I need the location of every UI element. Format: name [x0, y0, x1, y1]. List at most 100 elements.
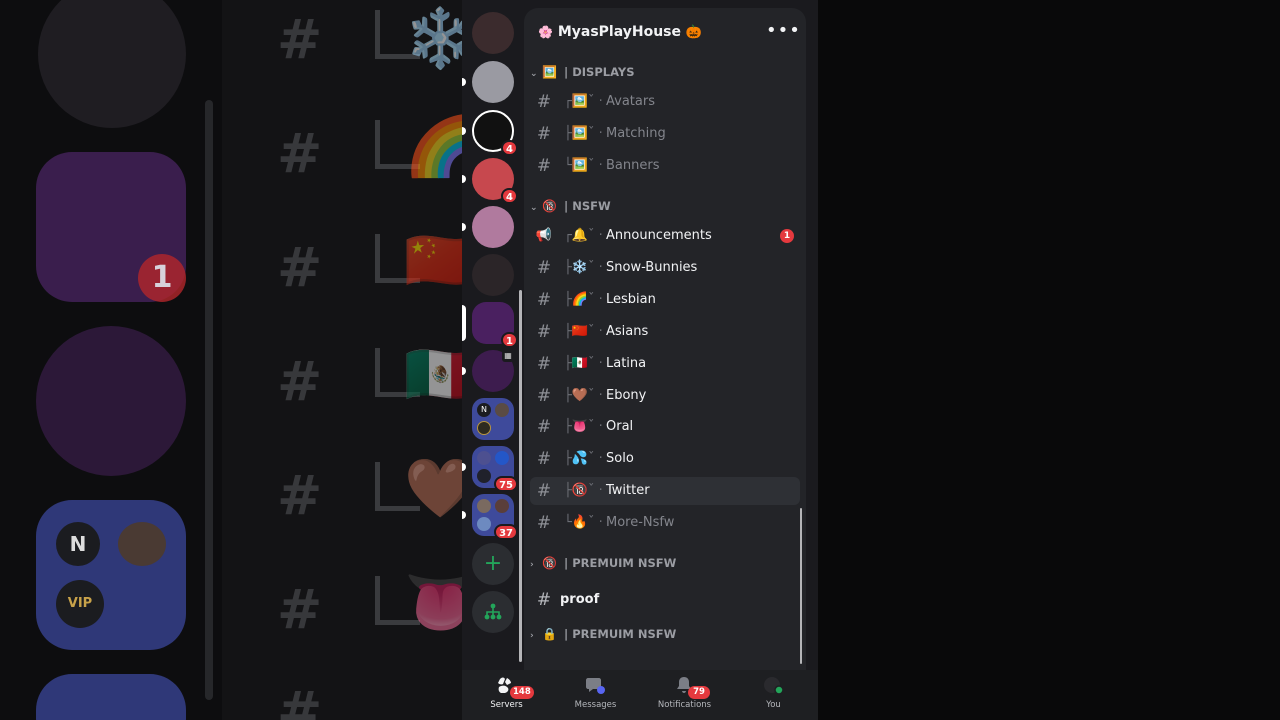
background-left: 1 N VIP # # # # # # # ❄️ 🌈 🇨🇳 🇲🇽 🤎 👅 — [0, 0, 462, 720]
server-icon[interactable]: 4 — [462, 110, 518, 156]
category-premium-nsfw-locked[interactable]: › 🔒 | PREMUIM NSFW — [530, 624, 676, 644]
tab-you[interactable]: You — [729, 670, 818, 720]
channel-name: Ebony — [606, 388, 647, 403]
category-premium-nsfw[interactable]: › 🔞 | PREMUIM NSFW — [530, 553, 676, 573]
channel-decoration: ├👅ˇ · — [564, 419, 603, 434]
channel-decoration: └🔥ˇ · — [564, 515, 603, 530]
folder-server-mini — [495, 451, 509, 465]
channel-decoration: └🖼️ˇ · — [564, 158, 603, 173]
megaphone-icon: 📢 — [535, 228, 553, 243]
channel-latina[interactable]: # ├🇲🇽ˇ · Latina — [530, 350, 800, 378]
channel-lesbian[interactable]: # ├🌈ˇ · Lesbian — [530, 286, 800, 314]
hash-locked-icon: # — [536, 386, 552, 406]
channel-decoration: ├❄️ˇ · — [564, 260, 603, 275]
server-icon-current[interactable]: 1 — [462, 302, 518, 348]
hash-locked-icon: # — [536, 590, 552, 610]
channel-snow-bunnies[interactable]: # ├❄️ˇ · Snow-Bunnies — [530, 254, 800, 282]
server-badge: 37 — [494, 524, 518, 540]
tab-notifications[interactable]: 79 Notifications — [640, 670, 729, 720]
server-icon[interactable] — [462, 61, 514, 103]
hierarchy-icon — [484, 603, 502, 620]
category-displays[interactable]: ⌄ 🖼️ | DISPLAYS — [530, 62, 635, 82]
channel-proof[interactable]: # proof — [530, 586, 800, 614]
channel-name: Solo — [606, 451, 634, 466]
channel-panel: 🌸 MyasPlayHouse 🎃 ••• ⌄ 🖼️ | DISPLAYS # ┌… — [524, 8, 806, 670]
server-list-scrollbar[interactable] — [519, 290, 522, 662]
channel-name: Matching — [606, 126, 666, 141]
folder-server-mini — [477, 469, 491, 483]
channel-oral[interactable]: # ├👅ˇ · Oral — [530, 413, 800, 441]
channel-list-scrollbar[interactable] — [800, 508, 802, 664]
bg-hash-icon: # — [277, 350, 323, 413]
bottom-navigation: 148 Servers Messages 79 Notifications Yo… — [462, 670, 818, 720]
category-separator: | — [564, 627, 569, 641]
tab-label: Notifications — [657, 700, 712, 710]
channel-decoration: ├🌈ˇ · — [564, 292, 603, 307]
bg-heart-emoji: 🤎 — [404, 454, 462, 522]
bg-snowflake-emoji: ❄️ — [404, 4, 462, 72]
server-folder[interactable]: 75 — [462, 446, 518, 492]
server-name-prefix-emoji: 🌸 — [538, 25, 553, 39]
channel-twitter[interactable]: # ├🔞ˇ · Twitter — [530, 477, 800, 505]
category-emoji: 🔞 — [542, 199, 557, 213]
channel-name: Avatars — [606, 94, 655, 109]
bg-folder-initial: N — [56, 522, 100, 566]
bg-badge: 1 — [138, 254, 186, 302]
channel-avatars[interactable]: # ┌🖼️ˇ · Avatars — [530, 88, 800, 116]
server-badge: 4 — [501, 140, 518, 156]
channel-matching[interactable]: # ├🖼️ˇ · Matching — [530, 120, 800, 148]
chat-bubble-icon — [586, 678, 605, 694]
category-name: DISPLAYS — [572, 65, 635, 79]
channel-decoration: ├💦ˇ · — [564, 451, 603, 466]
server-icon[interactable] — [462, 206, 514, 248]
bg-hash-icon: # — [277, 464, 323, 527]
channel-decoration: ├🖼️ˇ · — [564, 126, 603, 141]
hash-locked-icon: # — [536, 417, 552, 437]
bg-hash-icon: # — [277, 680, 323, 720]
category-nsfw[interactable]: ⌄ 🔞 | NSFW — [530, 196, 611, 216]
bg-avatar — [38, 0, 186, 128]
hash-locked-icon: # — [536, 258, 552, 278]
channel-name: Lesbian — [606, 292, 656, 307]
server-icon[interactable]: ▦ — [462, 350, 514, 392]
channel-banners[interactable]: # └🖼️ˇ · Banners — [530, 152, 800, 180]
tab-servers[interactable]: 148 Servers — [462, 670, 551, 720]
server-list[interactable]: 4 4 1 ▦ N 75 37 + — [462, 0, 524, 670]
folder-server-mini — [477, 451, 491, 465]
channel-name: Twitter — [606, 483, 650, 498]
tab-label: You — [766, 700, 781, 710]
server-name: MyasPlayHouse — [557, 24, 681, 40]
server-header[interactable]: 🌸 MyasPlayHouse 🎃 — [538, 18, 702, 46]
channel-name: Snow-Bunnies — [606, 260, 698, 275]
server-folder[interactable]: N — [472, 398, 514, 440]
category-separator: | — [564, 199, 569, 213]
channel-decoration: ├🤎ˇ · — [564, 388, 603, 403]
hash-locked-icon: # — [536, 513, 552, 533]
tab-messages[interactable]: Messages — [551, 670, 640, 720]
channel-more-nsfw[interactable]: # └🔥ˇ · More-Nsfw — [530, 509, 800, 537]
bg-folder-thumb — [118, 522, 166, 566]
channel-decoration: ├🇨🇳ˇ · — [564, 324, 603, 339]
category-emoji: 🔒 — [542, 627, 557, 641]
category-emoji: 🔞 — [542, 556, 557, 570]
channel-asians[interactable]: # ├🇨🇳ˇ · Asians — [530, 318, 800, 346]
chevron-down-icon: ⌄ — [530, 203, 538, 213]
channel-ebony[interactable]: # ├🤎ˇ · Ebony — [530, 382, 800, 410]
server-folder[interactable]: 37 — [462, 494, 518, 540]
channel-decoration: ├🔞ˇ · — [564, 483, 603, 498]
category-name: PREMUIM NSFW — [572, 627, 677, 641]
discover-servers-button[interactable] — [472, 591, 514, 633]
hash-locked-icon: # — [536, 481, 552, 501]
server-icon[interactable]: 4 — [462, 158, 518, 204]
category-name: NSFW — [572, 199, 611, 213]
tab-label: Messages — [574, 700, 617, 710]
more-options-button[interactable]: ••• — [766, 18, 800, 46]
channel-announcements[interactable]: 📢 ┌🔔ˇ · Announcements 1 — [530, 222, 800, 250]
add-server-button[interactable]: + — [472, 543, 514, 585]
server-icon[interactable] — [472, 12, 514, 54]
server-icon[interactable] — [472, 254, 514, 296]
channel-name: More-Nsfw — [606, 515, 675, 530]
bg-scrollbar — [205, 100, 213, 700]
channel-solo[interactable]: # ├💦ˇ · Solo — [530, 445, 800, 473]
folder-server-mini — [495, 403, 509, 417]
